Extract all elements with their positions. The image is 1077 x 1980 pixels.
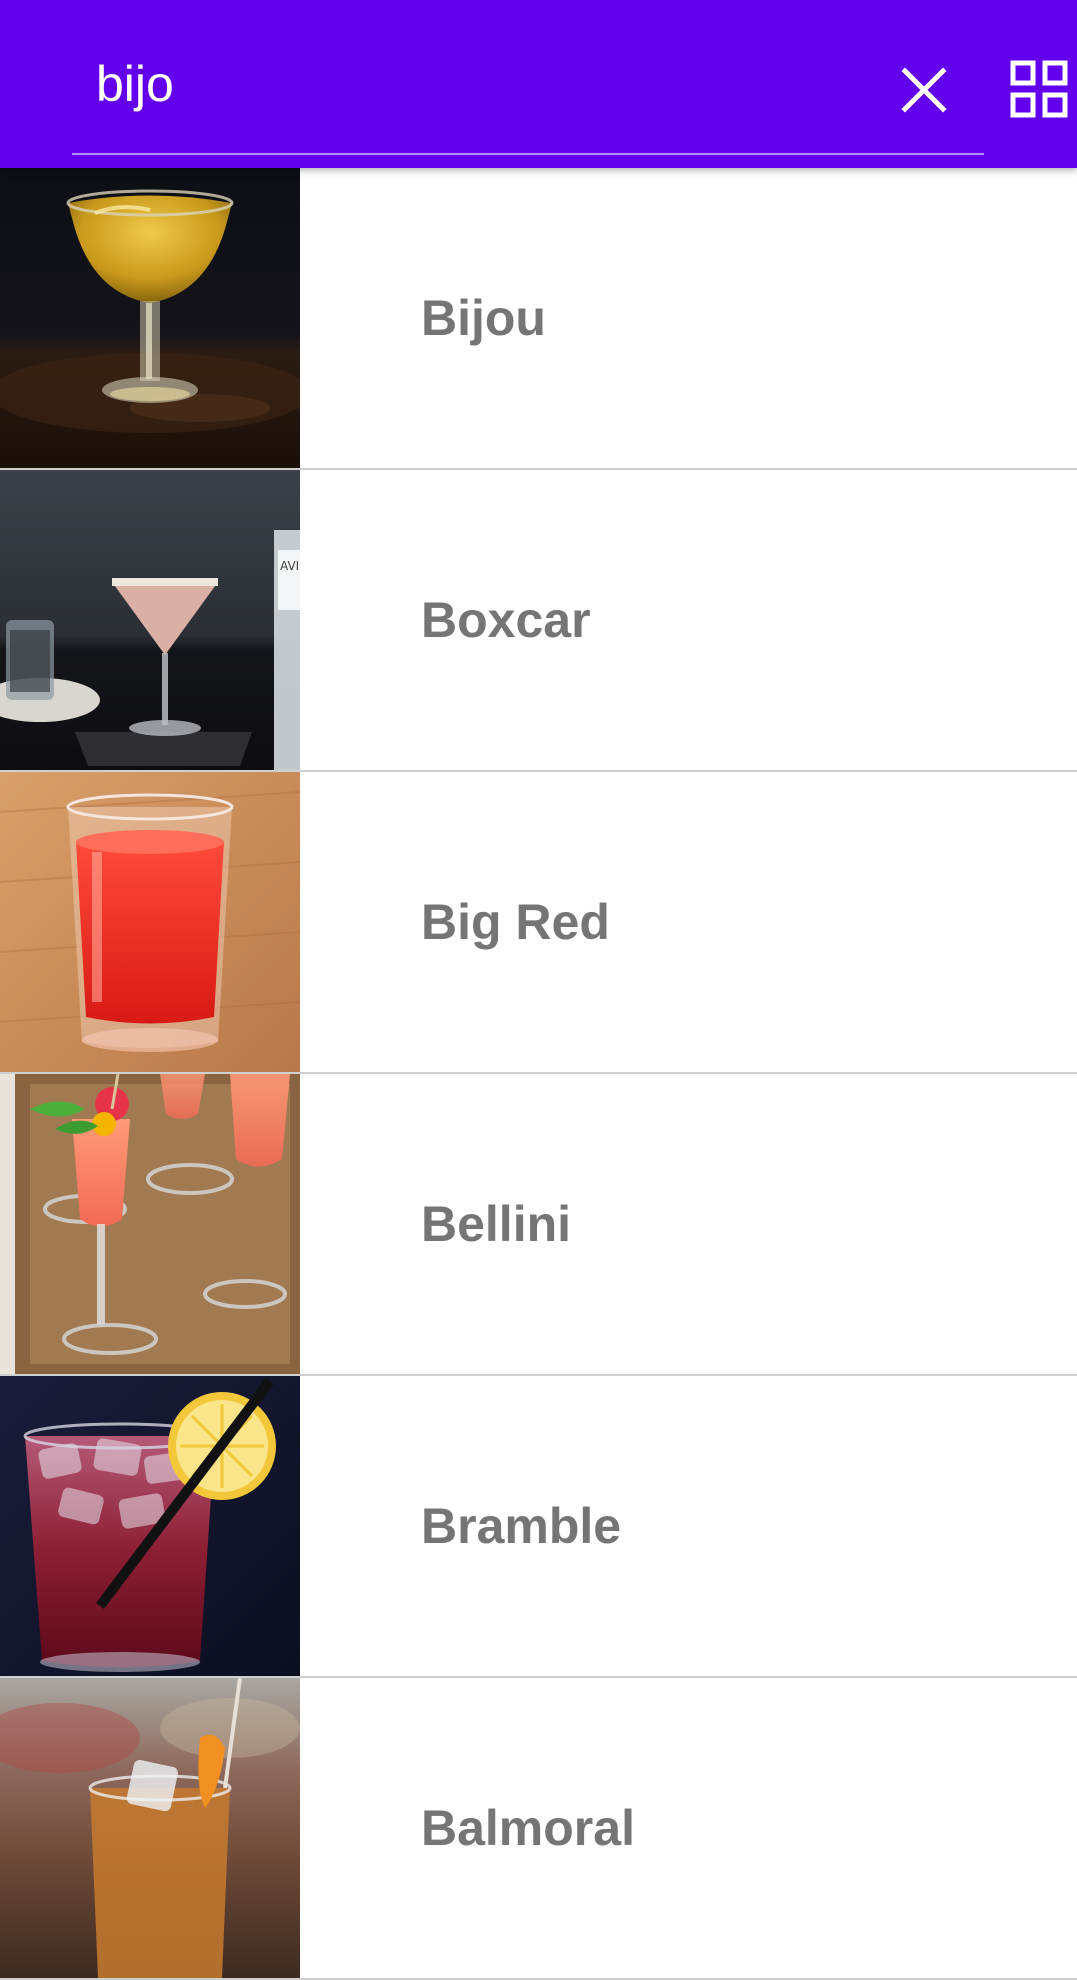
search-input[interactable] <box>96 48 856 120</box>
cocktail-name: Bramble <box>421 1498 622 1554</box>
cocktail-results-list: Bijou AVI Boxcar Big Red Bellini Bramble… <box>0 168 1077 1980</box>
list-item-big-red[interactable]: Big Red <box>0 772 1077 1074</box>
clear-search-button[interactable] <box>884 52 964 132</box>
close-icon <box>901 66 947 118</box>
list-item-boxcar[interactable]: AVI Boxcar <box>0 470 1077 772</box>
grid-view-icon <box>1010 60 1070 125</box>
list-item-bellini[interactable]: Bellini <box>0 1074 1077 1376</box>
cocktail-thumbnail-big-red <box>0 772 300 1072</box>
cocktail-thumbnail-boxcar: AVI <box>0 470 300 770</box>
grid-view-button[interactable] <box>1010 52 1077 132</box>
cocktail-name: Bijou <box>421 290 546 346</box>
cocktail-name: Bellini <box>421 1196 572 1252</box>
search-app-bar <box>0 0 1077 168</box>
cocktail-thumbnail-bijou <box>0 168 300 468</box>
list-item-bijou[interactable]: Bijou <box>0 168 1077 470</box>
svg-text:AVI: AVI <box>280 559 299 573</box>
cocktail-name: Big Red <box>421 894 610 950</box>
list-item-balmoral[interactable]: Balmoral <box>0 1678 1077 1980</box>
cocktail-name: Balmoral <box>421 1800 635 1856</box>
cocktail-thumbnail-bellini <box>0 1074 300 1374</box>
cocktail-thumbnail-balmoral <box>0 1678 300 1978</box>
list-item-bramble[interactable]: Bramble <box>0 1376 1077 1678</box>
cocktail-name: Boxcar <box>421 592 591 648</box>
cocktail-thumbnail-bramble <box>0 1376 300 1676</box>
search-underline <box>72 153 984 155</box>
